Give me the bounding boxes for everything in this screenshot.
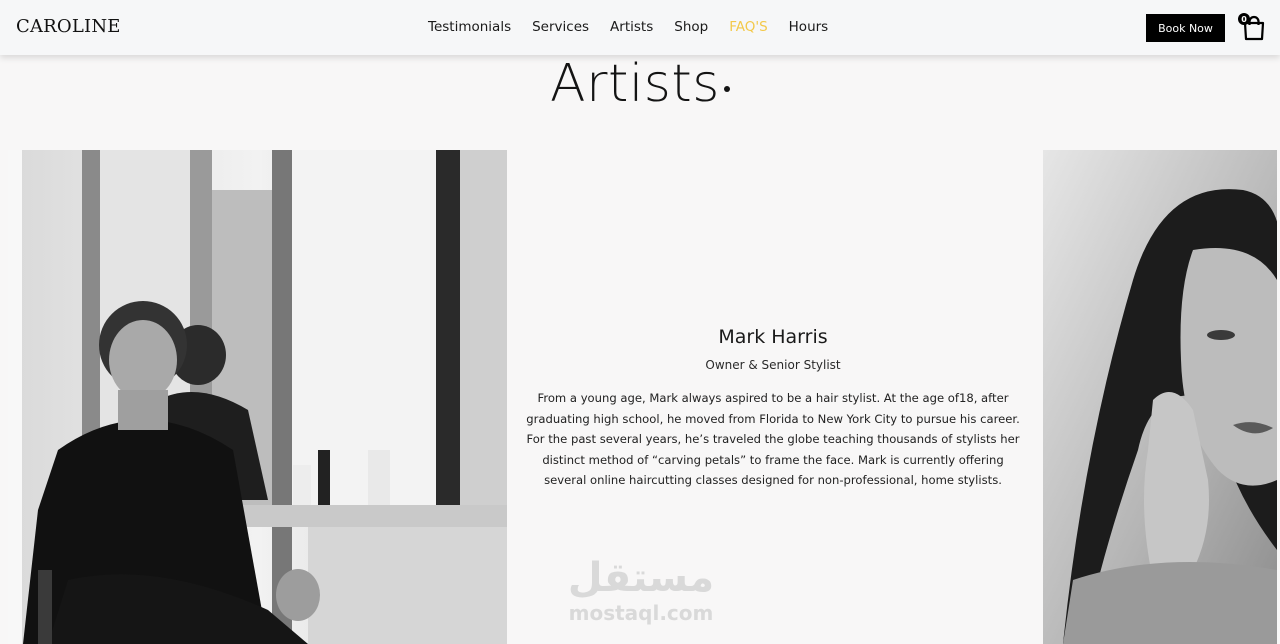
nav-link-artists[interactable]: Artists [610,19,653,35]
main-nav: Testimonials Services Artists Shop FAQ'S… [428,19,849,35]
section-title: Artists [550,54,720,114]
nav-link-services[interactable]: Services [532,19,589,35]
cart-count-badge: 0 [1238,13,1250,25]
book-now-button[interactable]: Book Now [1146,14,1225,42]
nav-link-testimonials[interactable]: Testimonials [428,19,511,35]
artist-bio: From a young age, Mark always aspired to… [526,391,1020,488]
nav-link-shop[interactable]: Shop [674,19,708,35]
watermark-arabic: مستقل [567,555,715,601]
cart-button[interactable]: 0 [1238,11,1268,43]
artist-photo-next [1043,150,1277,644]
title-dot [724,86,730,92]
watermark-latin: mostaql.com [568,601,714,625]
artist-role: Owner & Senior Stylist [705,358,841,372]
artist-name: Mark Harris [718,326,828,348]
artist-photo-mark [8,150,507,644]
nav-link-hours[interactable]: Hours [789,19,829,35]
top-navbar: CAROLINE Testimonials Services Artists S… [0,0,1280,55]
mostaql-watermark: مستقل mostaql.com [562,556,720,624]
nav-link-faqs[interactable]: FAQ'S [729,19,767,35]
brand-logo[interactable]: CAROLINE [16,16,121,37]
